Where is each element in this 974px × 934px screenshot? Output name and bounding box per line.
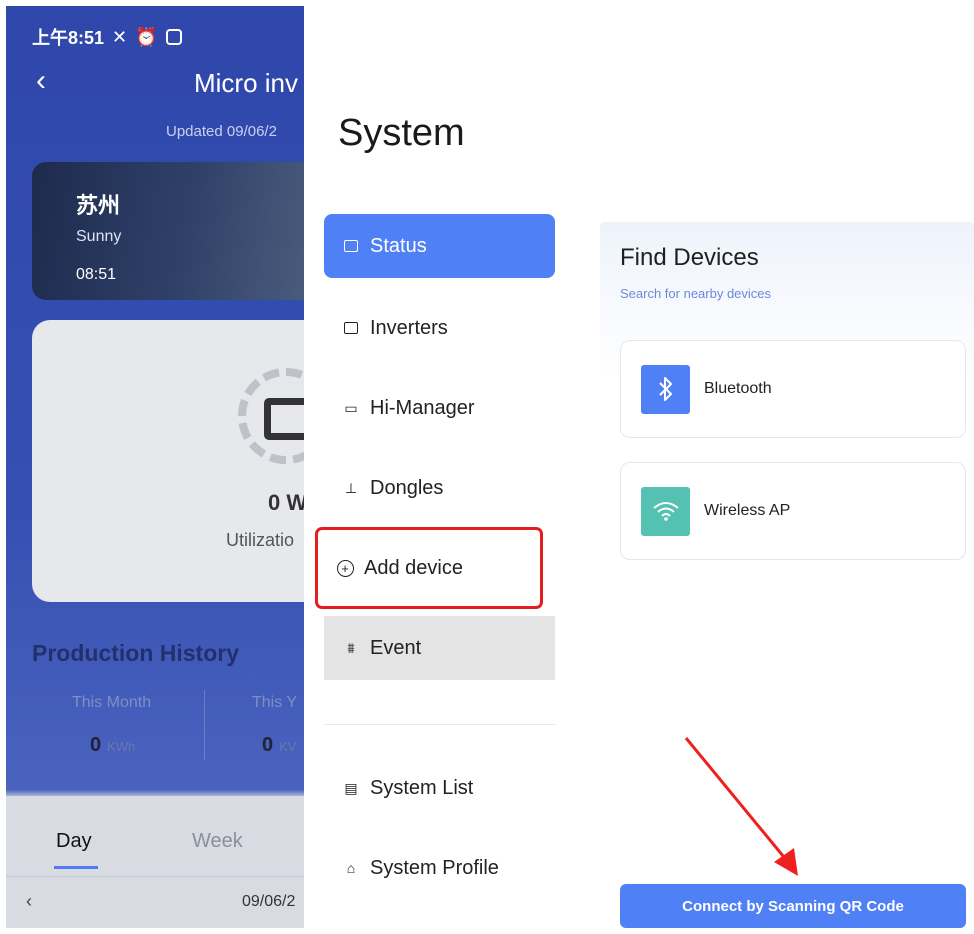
alarm-icon: ⏰ (135, 26, 158, 47)
menu-item-label: Add device (364, 556, 463, 579)
status-icon (342, 237, 360, 255)
menu-divider (324, 724, 555, 725)
menu-item-label: System List (370, 776, 474, 799)
wireless-ap-option[interactable]: Wireless AP (620, 462, 966, 560)
bluetooth-icon (641, 364, 690, 414)
menu-item-system-list[interactable]: ▤ System List (324, 756, 555, 820)
menu-item-event[interactable]: ⩩ Event (324, 616, 555, 680)
profile-icon: ⌂ (346, 860, 356, 876)
device-option-label: Wireless AP (704, 502, 791, 519)
menu-item-hi-manager[interactable]: ▭ Hi-Manager (324, 376, 555, 440)
menu-item-dongles[interactable]: ⊥ Dongles (324, 456, 555, 520)
this-year-label: This Y (252, 694, 298, 711)
background-app-screen: 上午8:51 ✕ ⏰ ‹ Micro inv Updated 09/06/2 苏… (6, 6, 304, 928)
find-devices-title: Find Devices (620, 244, 759, 271)
menu-item-system-profile[interactable]: ⌂ System Profile (324, 836, 555, 900)
weather-card: 苏州 Sunny 08:51 (32, 162, 304, 300)
power-card: 0 W Utilizatio (32, 320, 304, 602)
bluetooth-option[interactable]: Bluetooth (620, 340, 966, 438)
power-value: 0 W (268, 490, 304, 515)
weather-condition: Sunny (76, 228, 122, 245)
this-month-label: This Month (72, 694, 152, 711)
alarm-light-icon: ⩩ (347, 639, 355, 656)
weather-time: 08:51 (76, 266, 117, 283)
weather-city: 苏州 (76, 193, 121, 218)
status-time: 上午8:51 (32, 28, 105, 48)
updated-timestamp: Updated 09/06/2 (166, 123, 277, 140)
this-month-value: 0 KWh (90, 734, 136, 756)
system-drawer: System Status Inverters ▭ Hi-Manager ⊥ D… (304, 0, 574, 934)
scan-qr-code-button[interactable]: Connect by Scanning QR Code (620, 884, 966, 928)
menu-item-label: System Profile (370, 856, 499, 879)
menu-item-status[interactable]: Status (324, 214, 555, 278)
stat-divider (204, 690, 205, 760)
drawer-heading: System (338, 112, 465, 154)
menu-item-inverters[interactable]: Inverters (324, 296, 555, 360)
active-tab-indicator (54, 866, 98, 869)
menu-item-add-device[interactable]: + Add device (315, 527, 543, 609)
current-date: 09/06/2 (242, 893, 296, 910)
inverter-icon (264, 398, 304, 440)
menu-item-label: Hi-Manager (370, 396, 475, 419)
dongle-icon: ⊥ (344, 479, 358, 496)
add-circle-icon: + (336, 559, 354, 577)
monitor-icon (342, 319, 360, 337)
menu-item-label: Event (370, 636, 422, 659)
find-devices-subtitle: Search for nearby devices (620, 286, 772, 301)
this-year-value: 0 KV (262, 734, 297, 756)
back-arrow-icon[interactable]: ‹ (36, 64, 46, 98)
device-option-label: Bluetooth (704, 380, 772, 397)
wifi-icon (641, 486, 690, 536)
menu-item-label: Inverters (370, 316, 448, 339)
previous-date-icon[interactable]: ‹ (26, 891, 32, 912)
page-title: Micro inv (194, 68, 299, 98)
mute-icon: ✕ (112, 26, 128, 47)
tab-week[interactable]: Week (192, 830, 243, 853)
router-icon: ▭ (344, 399, 358, 416)
find-devices-panel: Find Devices Search for nearby devices B… (574, 0, 974, 934)
app-notification-icon (165, 29, 182, 45)
clipboard-icon: ▤ (344, 779, 358, 796)
menu-item-label: Dongles (370, 476, 444, 499)
production-history-title: Production History (32, 640, 240, 666)
tab-day[interactable]: Day (56, 830, 92, 853)
status-bar: 上午8:51 ✕ ⏰ (32, 24, 182, 50)
date-navigator: ‹ 09/06/2 (6, 876, 304, 928)
utilization-label: Utilizatio (226, 530, 295, 550)
menu-item-label: Status (370, 234, 427, 257)
